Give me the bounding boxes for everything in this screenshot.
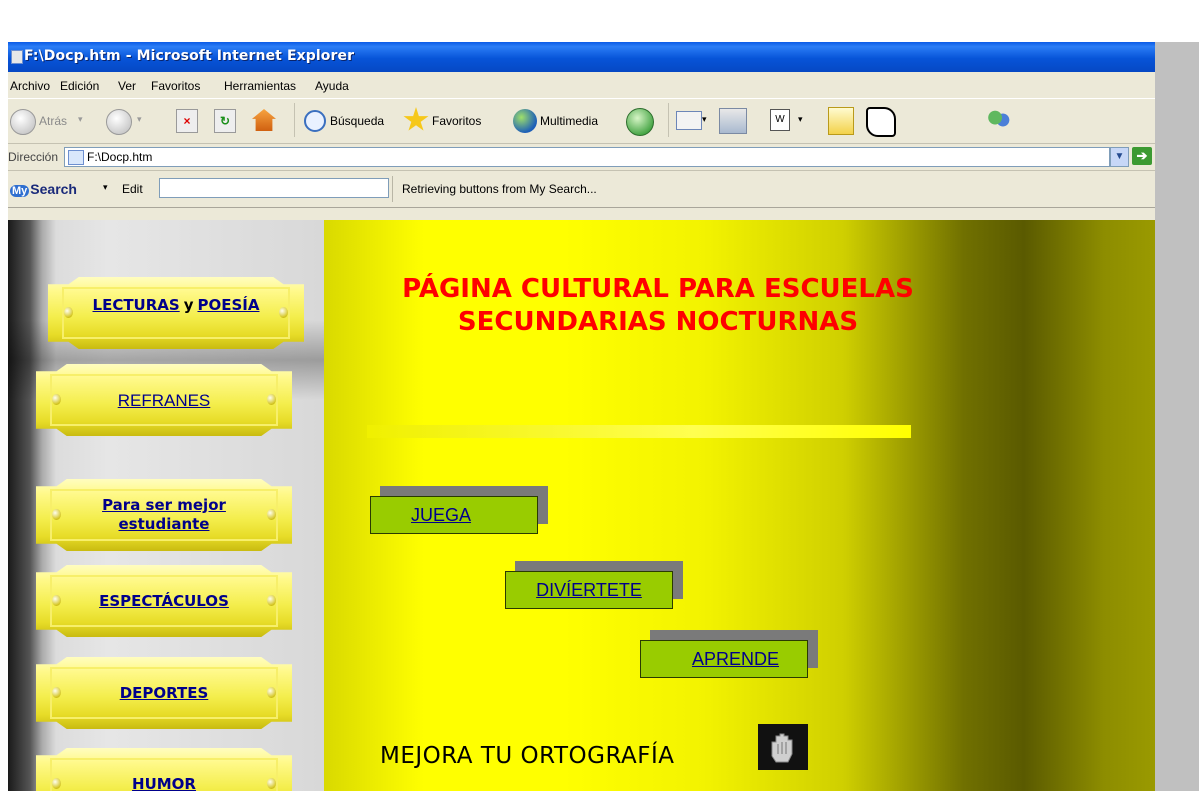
plaque-mejor-estudiante: Para ser mejor estudiante [36, 479, 292, 551]
plaque-espectaculos: ESPECTÁCULOS [36, 565, 292, 637]
page-title: PÁGINA CULTURAL PARA ESCUELAS SECUNDARIA… [348, 273, 968, 339]
mysearch-separator [392, 176, 393, 202]
link-humor[interactable]: HUMOR [132, 775, 196, 791]
conjunction-y: y [183, 295, 194, 314]
refresh-icon[interactable]: ↻ [214, 109, 236, 133]
link-poesia[interactable]: POESÍA [197, 296, 259, 314]
ortografia-text: MEJORA TU ORTOGRAFÍA [380, 743, 675, 769]
multimedia-button-label[interactable]: Multimedia [540, 114, 598, 128]
link-deportes[interactable]: DEPORTES [120, 684, 209, 703]
plaque-deportes: DEPORTES [36, 657, 292, 729]
multimedia-icon[interactable] [513, 109, 537, 133]
favorites-star-icon[interactable] [403, 107, 429, 131]
mysearch-toolbar: My Search ▾ Edit Retrieving buttons from … [8, 172, 1155, 208]
search-icon[interactable] [304, 110, 326, 132]
favorites-button-label[interactable]: Favoritos [432, 114, 481, 128]
link-lecturas[interactable]: LECTURAS [93, 296, 180, 314]
screen-right-margin [1155, 42, 1199, 791]
hand-icon[interactable] [758, 724, 808, 770]
menu-ver[interactable]: Ver [118, 79, 136, 93]
print-icon[interactable] [719, 108, 747, 134]
browser-window: F:\Docp.htm - Microsoft Internet Explore… [8, 42, 1155, 791]
discuss-note-icon[interactable] [828, 107, 854, 135]
address-value[interactable]: F:\Docp.htm [87, 150, 152, 164]
go-arrow-icon[interactable]: ➔ [1132, 147, 1152, 165]
link-juega[interactable]: JUEGA [370, 496, 538, 534]
page-favicon-icon [68, 150, 84, 165]
menu-edicion[interactable]: Edición [60, 79, 99, 93]
back-dropdown-icon[interactable]: ▾ [78, 114, 83, 125]
menu-bar: Archivo Edición Ver Favoritos Herramient… [8, 75, 1155, 97]
screen-left-margin [0, 42, 8, 791]
mysearch-edit-label: Edit [122, 182, 143, 196]
toolbar-separator-2 [668, 103, 669, 137]
edit-word-icon[interactable]: W [770, 109, 790, 131]
plaque-lecturas-poesia: LECTURAS y POESÍA [48, 277, 304, 349]
address-field[interactable]: F:\Docp.htm [64, 147, 1110, 167]
research-icon[interactable] [866, 107, 896, 137]
sidebar: LECTURAS y POESÍA REFRANES Para ser mejor … [8, 220, 324, 791]
home-icon[interactable] [252, 109, 276, 131]
forward-dropdown-icon[interactable]: ▾ [137, 114, 142, 125]
edit-dropdown-icon[interactable]: ▾ [798, 114, 803, 125]
menu-herramientas[interactable]: Herramientas [224, 79, 296, 93]
search-button-label[interactable]: Búsqueda [330, 114, 384, 128]
mysearch-dropdown-icon[interactable]: ▾ [103, 182, 108, 193]
back-arrow-icon[interactable] [10, 109, 36, 135]
history-icon[interactable] [626, 108, 654, 136]
mysearch-logo[interactable]: My Search [10, 181, 77, 197]
address-dropdown-icon[interactable]: ▼ [1110, 147, 1129, 167]
menu-ayuda[interactable]: Ayuda [315, 79, 349, 93]
title-bar: F:\Docp.htm - Microsoft Internet Explore… [8, 42, 1155, 72]
toolbar-separator [294, 103, 295, 137]
address-label: Dirección [8, 150, 59, 164]
mysearch-input[interactable] [159, 178, 389, 198]
plaque-humor: HUMOR [36, 748, 292, 791]
back-button-label[interactable]: Atrás [39, 114, 67, 128]
decorative-bar [367, 425, 911, 438]
page-content: LECTURAS y POESÍA REFRANES Para ser mejor … [8, 220, 1155, 791]
link-para-ser-mejor-estudiante[interactable]: Para ser mejor estudiante [89, 496, 239, 534]
mysearch-status: Retrieving buttons from My Search... [402, 182, 597, 196]
window-title: F:\Docp.htm - Microsoft Internet Explore… [24, 48, 355, 64]
page-title-line1: PÁGINA CULTURAL PARA ESCUELAS [402, 274, 914, 304]
page-title-line2: SECUNDARIAS NOCTURNAS [457, 307, 859, 337]
page-icon [11, 50, 23, 64]
plaque-refranes: REFRANES [36, 364, 292, 436]
messenger-icon[interactable] [986, 108, 1012, 132]
link-diviertete[interactable]: DIVÍERTETE [505, 571, 673, 609]
mail-icon[interactable] [676, 111, 702, 130]
mail-dropdown-icon[interactable]: ▾ [702, 114, 707, 125]
menu-favoritos[interactable]: Favoritos [151, 79, 200, 93]
standard-toolbar: Atrás ▾ ▾ × ↻ Búsqueda Favoritos Multime… [8, 98, 1155, 144]
menu-archivo[interactable]: Archivo [10, 79, 50, 93]
forward-arrow-icon[interactable] [106, 109, 132, 135]
screen-top-margin [0, 0, 1199, 42]
link-refranes[interactable]: REFRANES [118, 391, 211, 410]
link-espectaculos[interactable]: ESPECTÁCULOS [99, 592, 229, 611]
stop-icon[interactable]: × [176, 109, 198, 133]
address-bar: Dirección F:\Docp.htm ▼ ➔ [8, 144, 1155, 171]
link-aprende[interactable]: APRENDE [640, 640, 808, 678]
